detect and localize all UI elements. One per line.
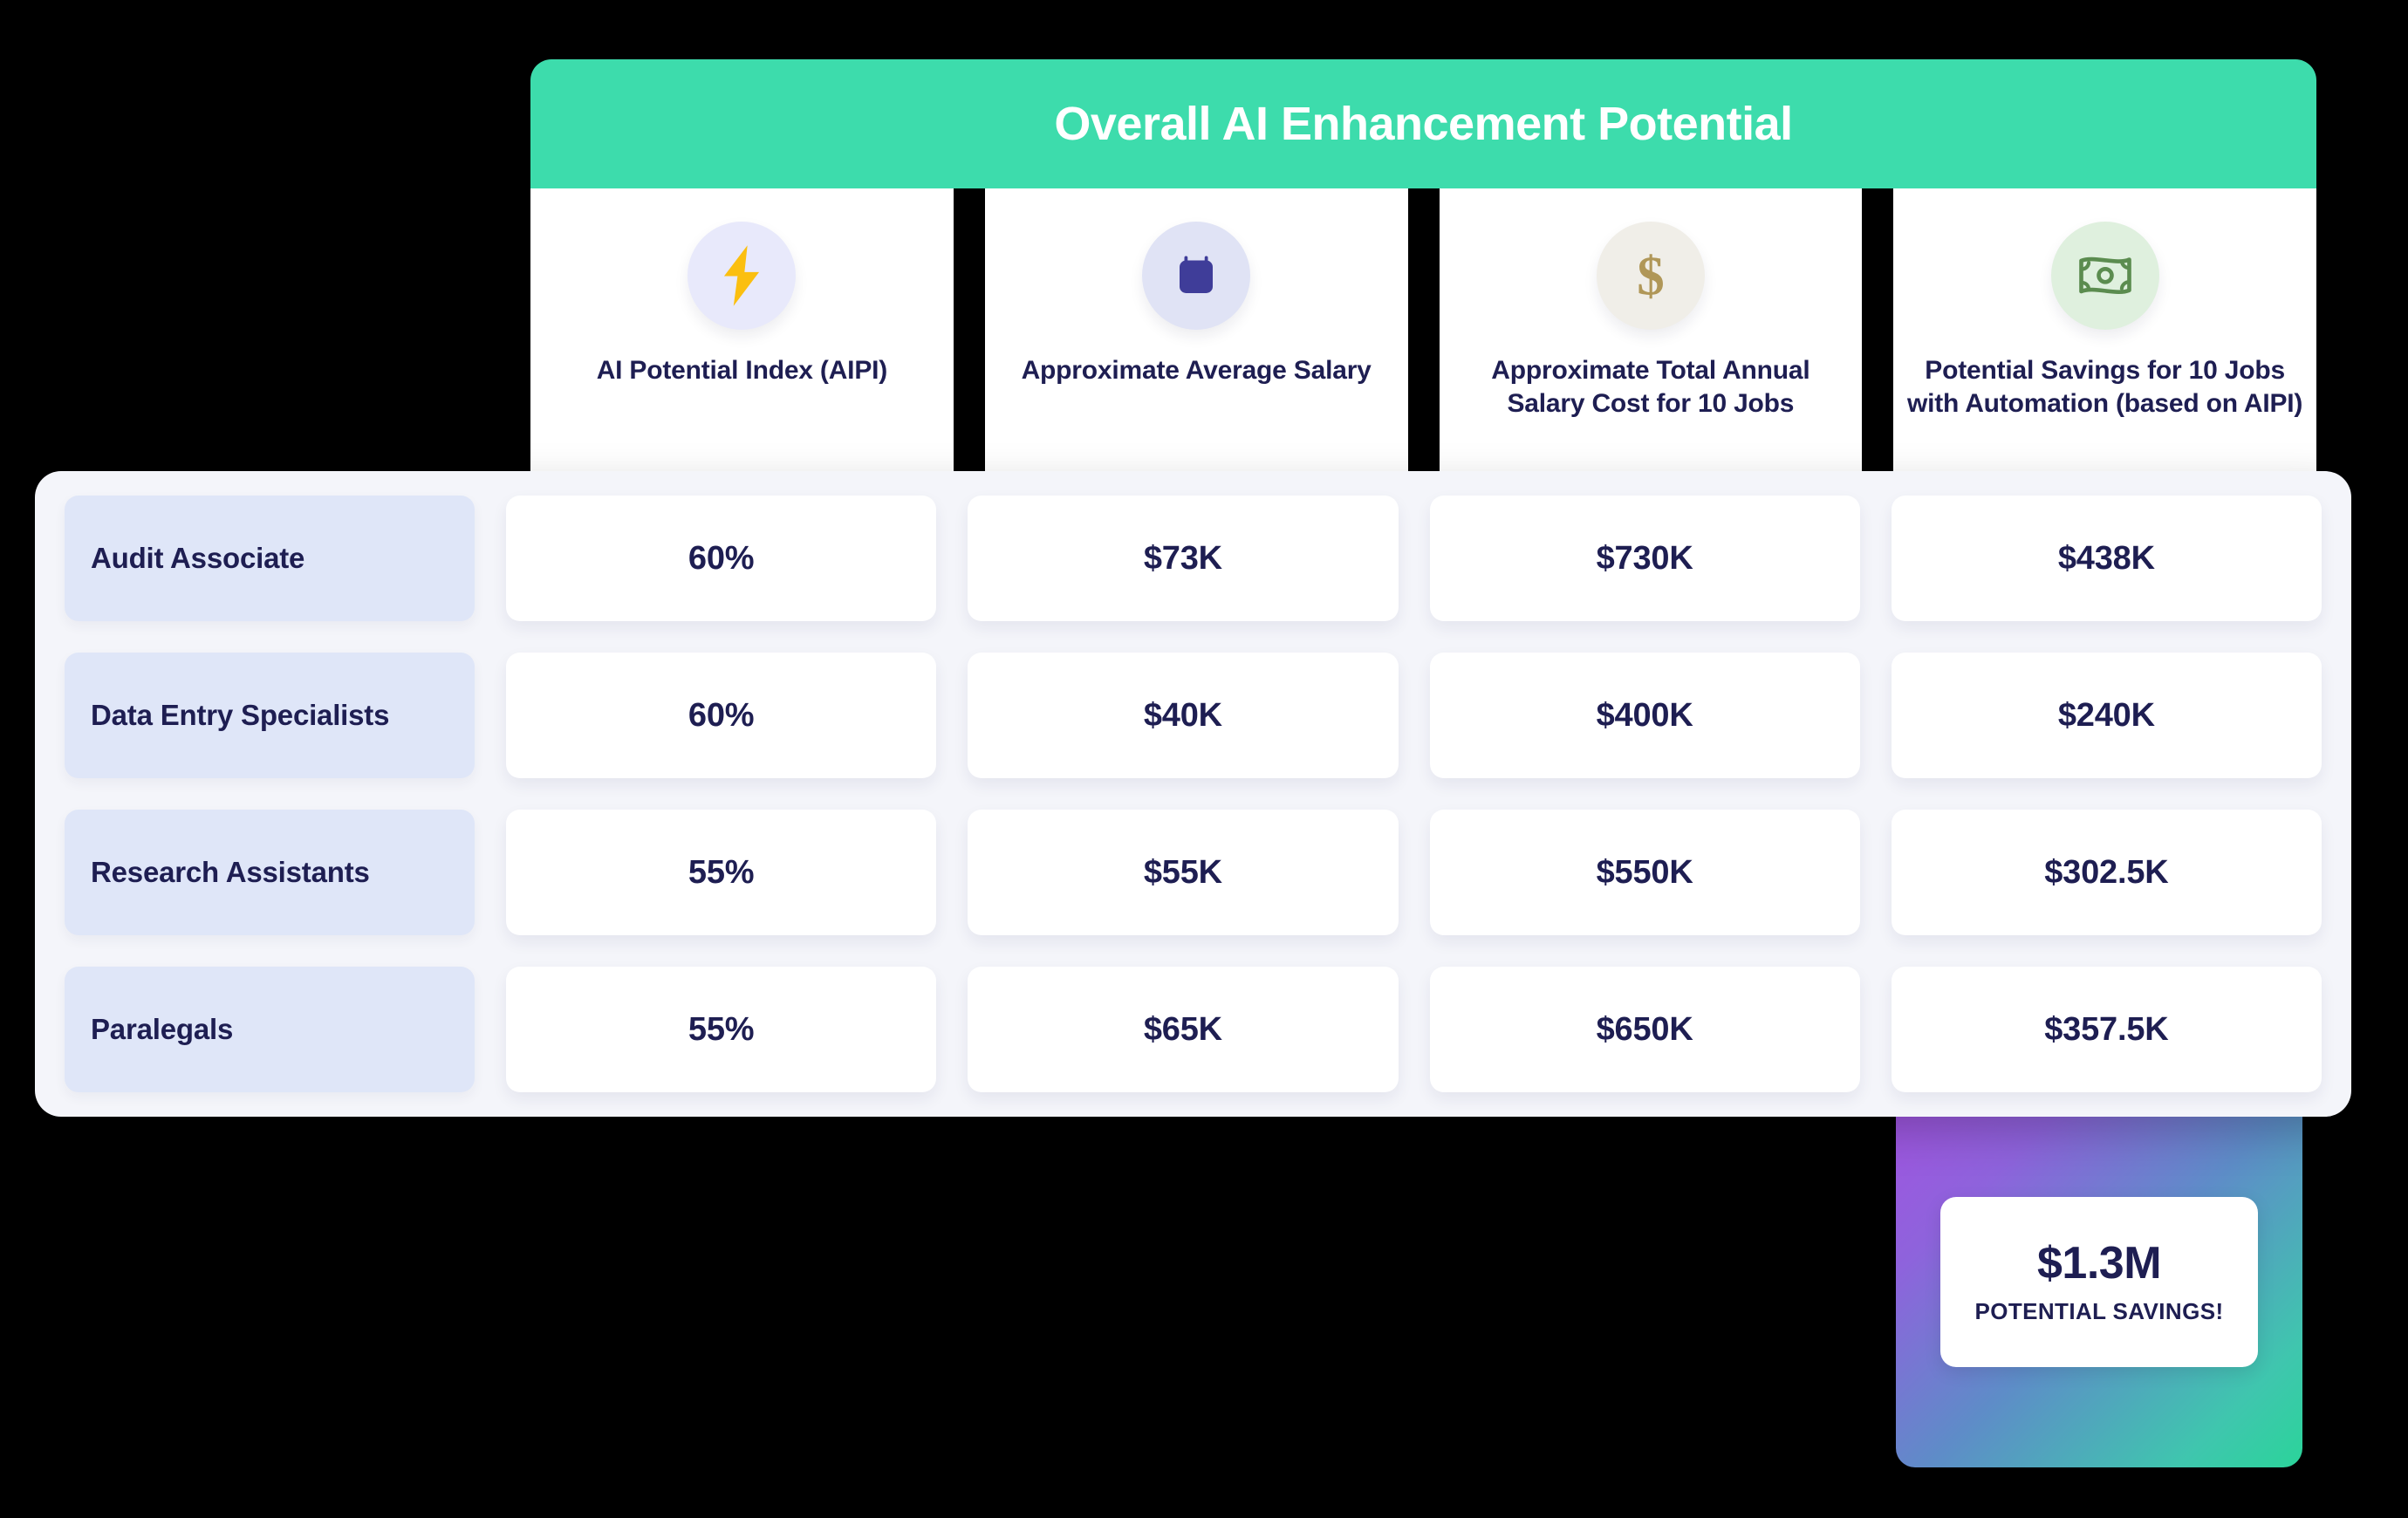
cell-aipi: 60% (506, 653, 937, 778)
column-header-label: Approximate Total Annual Salary Cost for… (1491, 356, 1810, 418)
cell-value: 55% (688, 1010, 755, 1048)
cell-value: $302.5K (2044, 853, 2169, 891)
cell-total-annual-cost: $730K (1429, 496, 1860, 621)
cell-value: $240K (2057, 696, 2155, 734)
row-label-chip: Audit Associate (65, 496, 475, 621)
overall-potential-header: Overall AI Enhancement Potential (530, 59, 2316, 188)
cell-value: $65K (1143, 1010, 1222, 1048)
column-header-label: Potential Savings for 10 Jobs with Autom… (1907, 356, 2303, 418)
cell-value: $40K (1143, 696, 1222, 734)
cell-value: $73K (1143, 539, 1222, 577)
cell-value: $400K (1596, 696, 1693, 734)
cell-potential-savings: $240K (1891, 653, 2322, 778)
cell-aipi: 60% (506, 496, 937, 621)
status-badge: $1.3M POTENTIAL SAVINGS! (1940, 1197, 2258, 1367)
savings-caption: POTENTIAL SAVINGS! (1974, 1297, 2224, 1324)
dollar-sign-icon: $ (1596, 222, 1705, 330)
cell-total-annual-cost: $650K (1429, 967, 1860, 1092)
cell-value: $650K (1596, 1010, 1693, 1048)
column-header-potential-savings: Potential Savings for 10 Jobs with Autom… (1893, 188, 2316, 494)
column-header-label: Approximate Average Salary (1021, 356, 1372, 385)
lightning-bolt-icon (688, 222, 797, 330)
cell-average-salary: $73K (968, 496, 1399, 621)
table-row: Research Assistants 55% $55K $550K $302.… (65, 810, 2322, 935)
cell-average-salary: $65K (968, 967, 1399, 1092)
banknote-icon (2050, 222, 2159, 330)
cell-total-annual-cost: $400K (1429, 653, 1860, 778)
column-header-total-annual-cost: $ Approximate Total Annual Salary Cost f… (1439, 188, 1863, 494)
briefcase-icon (1142, 222, 1251, 330)
column-header-average-salary: Approximate Average Salary (984, 188, 1408, 494)
column-header-row: AI Potential Index (AIPI) Approximate Av… (530, 188, 2316, 494)
row-label-chip: Paralegals (65, 967, 475, 1092)
cell-aipi: 55% (506, 967, 937, 1092)
cell-aipi: 55% (506, 810, 937, 935)
cell-average-salary: $40K (968, 653, 1399, 778)
cell-value: $730K (1596, 539, 1693, 577)
row-label-text: Research Assistants (91, 856, 370, 889)
cell-value: $357.5K (2044, 1010, 2169, 1048)
cell-value: 55% (688, 853, 755, 891)
cell-total-annual-cost: $550K (1429, 810, 1860, 935)
cell-average-salary: $55K (968, 810, 1399, 935)
cell-potential-savings: $438K (1891, 496, 2322, 621)
svg-text:$: $ (1637, 245, 1665, 306)
table-row: Audit Associate 60% $73K $730K $438K (65, 496, 2322, 621)
cell-value: $550K (1596, 853, 1693, 891)
table-row: Paralegals 55% $65K $650K $357.5K (65, 967, 2322, 1092)
cell-potential-savings: $302.5K (1891, 810, 2322, 935)
row-label-text: Audit Associate (91, 542, 305, 575)
data-table-panel: Audit Associate 60% $73K $730K $438K Dat… (35, 471, 2351, 1117)
cell-potential-savings: $357.5K (1891, 967, 2322, 1092)
column-header-label: AI Potential Index (AIPI) (596, 356, 888, 385)
row-label-text: Data Entry Specialists (91, 699, 390, 732)
row-label-chip: Data Entry Specialists (65, 653, 475, 778)
savings-amount: $1.3M (2036, 1238, 2162, 1289)
page-title: Overall AI Enhancement Potential (1054, 98, 1793, 150)
cell-value: $438K (2057, 539, 2155, 577)
row-label-chip: Research Assistants (65, 810, 475, 935)
table-row: Data Entry Specialists 60% $40K $400K $2… (65, 653, 2322, 778)
cell-value: 60% (688, 696, 755, 734)
column-header-aipi: AI Potential Index (AIPI) (530, 188, 954, 494)
cell-value: $55K (1143, 853, 1222, 891)
row-label-text: Paralegals (91, 1013, 234, 1046)
cell-value: 60% (688, 539, 755, 577)
